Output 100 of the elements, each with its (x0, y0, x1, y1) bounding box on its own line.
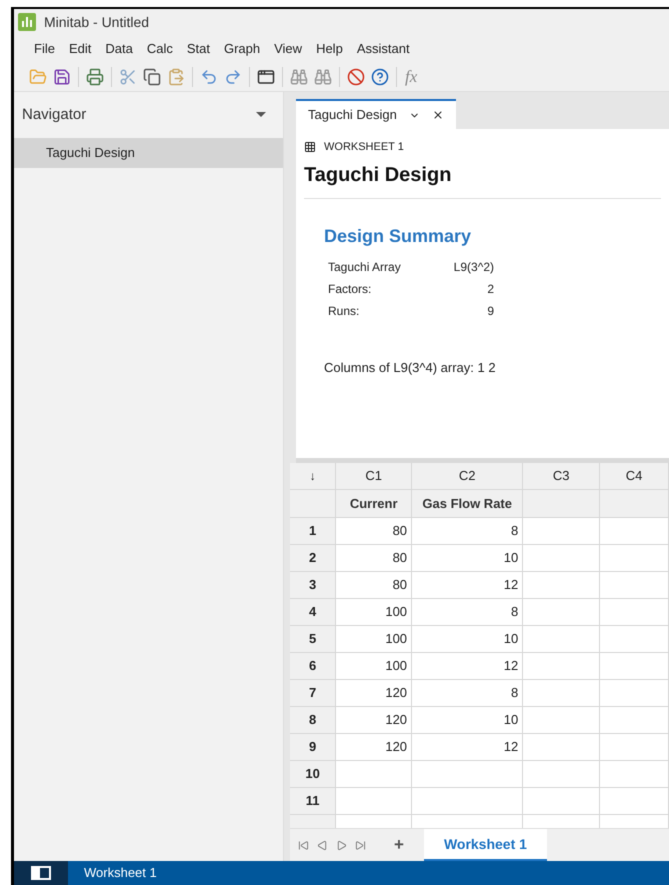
row-header: 6 (290, 653, 336, 680)
row-header: 7 (290, 680, 336, 707)
column-header[interactable]: C4 (600, 463, 669, 490)
table-cell[interactable]: 10 (412, 707, 524, 734)
menu-item[interactable]: View (274, 38, 302, 58)
section-heading: Design Summary (324, 224, 472, 248)
table-cell[interactable] (523, 518, 600, 545)
column-header[interactable]: C3 (523, 463, 600, 490)
table-cell[interactable] (600, 599, 669, 626)
worksheet-icon (304, 141, 316, 154)
array-note: Columns of L9(3^4) array: 1 2 (324, 358, 497, 377)
worksheet-label: WORKSHEET 1 (324, 140, 404, 155)
row-header: 9 (290, 734, 336, 761)
table-cell[interactable] (523, 653, 600, 680)
table-cell[interactable]: 80 (336, 518, 412, 545)
output-title: Taguchi Design (304, 162, 452, 188)
navigator-item[interactable]: Taguchi Design (14, 138, 283, 168)
table-cell[interactable] (412, 761, 524, 788)
menu-item[interactable]: Help (316, 38, 343, 58)
table-cell[interactable]: 120 (336, 734, 412, 761)
row-header: 11 (290, 788, 336, 815)
row-header (290, 490, 336, 518)
row-header: 2 (290, 545, 336, 572)
row-header: 1 (290, 518, 336, 545)
table-cell[interactable] (600, 761, 669, 788)
column-header[interactable]: C1 (336, 463, 412, 490)
output-tab[interactable]: Taguchi Design (296, 99, 456, 129)
row-header: 3 (290, 572, 336, 599)
table-cell[interactable]: 12 (412, 734, 524, 761)
table-cell[interactable] (600, 653, 669, 680)
sheet-tab[interactable]: Worksheet 1 (424, 829, 547, 861)
table-cell[interactable]: 80 (336, 572, 412, 599)
menu-item[interactable]: Data (105, 38, 133, 58)
summary-value: 9 (486, 302, 494, 320)
previous-sheet-icon[interactable] (317, 840, 328, 850)
table-cell[interactable]: 120 (336, 707, 412, 734)
column-header[interactable]: C2 (412, 463, 524, 490)
row-header: 8 (290, 707, 336, 734)
table-cell[interactable]: 12 (412, 653, 524, 680)
table-cell[interactable]: 8 (412, 518, 524, 545)
menu-item[interactable]: File (34, 38, 55, 58)
first-sheet-icon[interactable] (298, 840, 309, 850)
table-cell[interactable]: 100 (336, 599, 412, 626)
app-logo-icon (18, 13, 36, 31)
row-header: 5 (290, 626, 336, 653)
table-cell[interactable] (600, 680, 669, 707)
summary-label: Taguchi Array (328, 258, 402, 276)
row-header: 4 (290, 599, 336, 626)
table-cell[interactable]: 120 (336, 680, 412, 707)
column-name[interactable]: Currenr (336, 490, 412, 518)
table-cell[interactable] (523, 572, 600, 599)
table-cell[interactable]: 12 (412, 572, 524, 599)
table-cell[interactable] (600, 707, 669, 734)
table-cell[interactable]: 10 (412, 545, 524, 572)
table-cell[interactable]: 8 (412, 680, 524, 707)
row-header: 10 (290, 761, 336, 788)
column-name[interactable]: Gas Flow Rate (412, 490, 524, 518)
column-name[interactable] (600, 490, 669, 518)
table-cell[interactable] (336, 788, 412, 815)
table-cell[interactable] (600, 545, 669, 572)
table-cell[interactable] (523, 707, 600, 734)
table-cell[interactable] (600, 788, 669, 815)
menu-item[interactable]: Calc (146, 38, 173, 58)
table-cell[interactable] (523, 680, 600, 707)
table-cell[interactable] (412, 788, 524, 815)
table-cell[interactable]: 100 (336, 653, 412, 680)
table-cell[interactable]: 8 (412, 599, 524, 626)
table-cell[interactable] (523, 545, 600, 572)
column-header: ↓ (290, 463, 336, 490)
summary-label: Factors: (328, 280, 372, 298)
navigator-title: Navigator (22, 104, 86, 125)
window-title: Minitab - Untitled (44, 12, 150, 32)
last-sheet-icon[interactable] (355, 840, 366, 850)
dropdown-caret-icon[interactable] (255, 111, 267, 119)
column-name[interactable] (523, 490, 600, 518)
summary-value: L9(3^2) (452, 258, 494, 276)
menu-item[interactable]: Edit (68, 38, 92, 58)
summary-label: Runs: (328, 302, 360, 320)
table-cell[interactable] (336, 761, 412, 788)
table-cell[interactable] (523, 626, 600, 653)
table-cell[interactable] (600, 518, 669, 545)
table-cell[interactable] (523, 788, 600, 815)
table-cell[interactable] (523, 599, 600, 626)
menu-item[interactable]: Graph (224, 38, 260, 58)
table-cell[interactable]: 80 (336, 545, 412, 572)
table-cell[interactable]: 100 (336, 626, 412, 653)
next-sheet-icon[interactable] (336, 840, 347, 850)
table-cell[interactable] (600, 572, 669, 599)
add-sheet-button[interactable]: + (386, 832, 412, 858)
table-cell[interactable] (523, 734, 600, 761)
panel-toggle-icon[interactable] (31, 866, 51, 880)
table-cell[interactable] (523, 761, 600, 788)
table-cell[interactable] (600, 626, 669, 653)
menu-item[interactable]: Assistant (356, 38, 410, 58)
close-icon[interactable] (432, 109, 444, 121)
menu-item[interactable]: Stat (186, 38, 210, 58)
table-cell[interactable]: 10 (412, 626, 524, 653)
table-cell[interactable] (600, 734, 669, 761)
status-text: Worksheet 1 (84, 864, 157, 882)
summary-value: 2 (486, 280, 494, 298)
